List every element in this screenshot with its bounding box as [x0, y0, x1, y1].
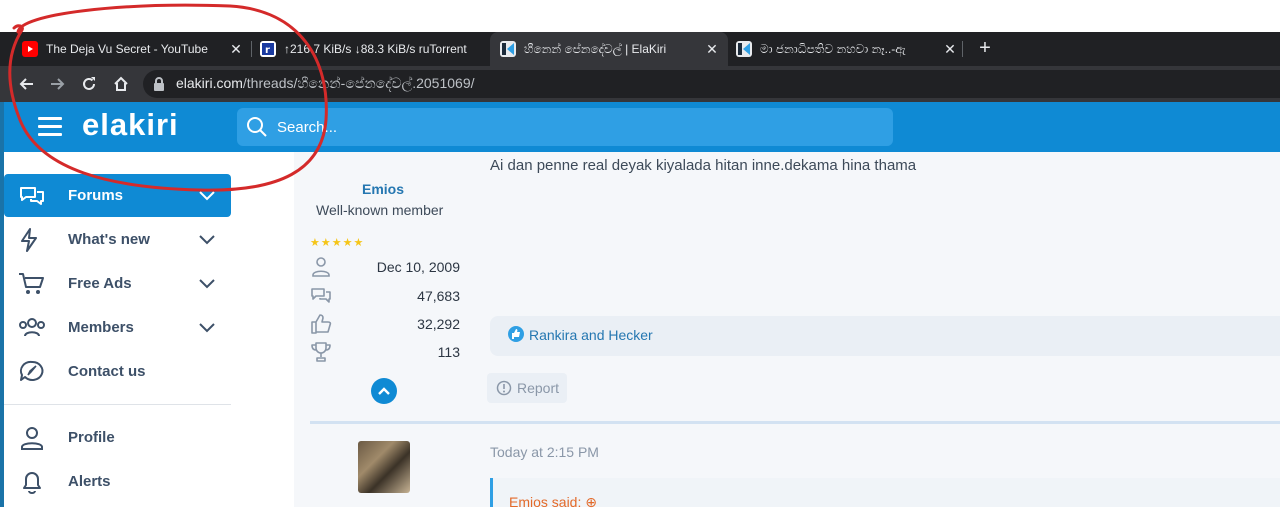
post-author-title: Well-known member — [316, 202, 444, 218]
site-logo[interactable]: elakiri — [82, 107, 179, 143]
reload-icon — [83, 77, 95, 90]
report-label[interactable]: Report — [517, 380, 559, 396]
tab-rutorrent[interactable]: r ↑216.7 KiB/s ↓88.3 KiB/s ruTorrent — [260, 32, 480, 66]
home-icon — [114, 76, 128, 91]
svg-text:r: r — [265, 45, 270, 56]
stat-reactions: 32,292 — [310, 313, 460, 335]
sidebar-item-label: Members — [68, 319, 134, 336]
tab-elakiri-2[interactable]: මා ජනාධිපතිව නහවා නෑ..-ඇ ✕ — [736, 32, 958, 66]
youtube-icon — [22, 41, 38, 57]
tab-title: The Deja Vu Secret - YouTube — [46, 42, 208, 56]
stat-joined: Dec 10, 2009 — [310, 256, 460, 278]
sidebar-item-label: Profile — [68, 429, 115, 446]
url-path: /threads/හීනෙන්-පේනදේවල්.2051069/ — [242, 75, 475, 91]
tab-elakiri-active[interactable]: හීනෙන් පේනදේවල් | ElaKiri ✕ — [490, 32, 728, 66]
arrow-up-circle-icon: ⊕ — [585, 494, 597, 510]
members-icon — [19, 318, 45, 337]
quote-author-link[interactable]: Emios said: ⊕ — [509, 494, 597, 511]
sidebar-item-whats-new[interactable]: What's new — [4, 218, 231, 261]
tab-title: ↑216.7 KiB/s ↓88.3 KiB/s ruTorrent — [284, 42, 467, 56]
sidebar-item-profile[interactable]: Profile — [4, 416, 231, 459]
like-icon — [508, 326, 524, 342]
post-author-name[interactable]: Emios — [362, 181, 404, 197]
stat-points: 113 — [310, 341, 460, 363]
back-arrow-icon — [19, 78, 33, 90]
rutorrent-icon: r — [260, 41, 276, 57]
tab-youtube[interactable]: The Deja Vu Secret - YouTube ✕ — [22, 32, 244, 66]
sidebar-item-free-ads[interactable]: Free Ads — [4, 262, 231, 305]
tab-close-icon[interactable]: ✕ — [704, 41, 720, 58]
tab-separator — [962, 41, 963, 57]
new-tab-button[interactable]: + — [976, 32, 994, 66]
url-domain: elakiri.com — [176, 75, 243, 91]
chevron-down-icon[interactable] — [197, 317, 217, 337]
lock-icon — [154, 77, 164, 91]
quote-bar — [490, 478, 493, 507]
search-icon — [247, 117, 267, 137]
quote-author: Emios said: — [509, 494, 582, 510]
home-button[interactable] — [108, 66, 134, 102]
thumbs-up-icon — [311, 314, 332, 334]
quote-block — [493, 478, 1280, 507]
chevron-up-icon — [378, 387, 390, 395]
sidebar-item-label: Contact us — [68, 363, 146, 380]
sidebar-item-label: What's new — [68, 231, 150, 248]
lightning-icon — [21, 228, 37, 252]
chevron-down-icon[interactable] — [197, 273, 217, 293]
browser-tab-strip: The Deja Vu Secret - YouTube ✕ r ↑216.7 … — [0, 32, 1280, 66]
stat-messages: 47,683 — [310, 285, 460, 307]
sidebar-item-label: Alerts — [68, 473, 111, 490]
stat-value: 113 — [437, 344, 460, 360]
forward-button[interactable] — [44, 66, 70, 102]
reload-button[interactable] — [76, 66, 102, 102]
report-icon — [496, 380, 512, 396]
tab-separator — [251, 41, 252, 57]
tab-title: හීනෙන් පේනදේවල් | ElaKiri — [524, 41, 667, 56]
sidebar-item-members[interactable]: Members — [4, 306, 231, 349]
address-url[interactable]: elakiri.com/threads/හීනෙන්-පේනදේවල්.2051… — [176, 75, 475, 92]
sidebar-divider — [4, 404, 231, 405]
elakiri-icon — [736, 41, 752, 57]
sidebar-item-label: Forums — [68, 187, 124, 204]
collapse-up-button[interactable] — [371, 378, 397, 404]
chevron-down-icon[interactable] — [197, 229, 217, 249]
reacted-users-link[interactable]: Rankira and Hecker — [529, 327, 653, 343]
trophy-icon — [311, 342, 331, 362]
stat-value: 47,683 — [417, 288, 460, 304]
chevron-down-icon[interactable] — [197, 185, 217, 205]
forward-arrow-icon — [51, 78, 65, 90]
avatar[interactable] — [358, 441, 410, 493]
forums-icon — [20, 187, 44, 205]
sidebar-item-label: Free Ads — [68, 275, 132, 292]
post-timestamp[interactable]: Today at 2:15 PM — [490, 444, 599, 460]
user-icon — [21, 427, 43, 450]
sidebar-item-contact-us[interactable]: Contact us — [4, 350, 231, 393]
search-placeholder: Search... — [277, 119, 338, 136]
sidebar-item-alerts[interactable]: Alerts — [4, 460, 231, 503]
cart-icon — [19, 273, 44, 294]
post-body-text: Ai dan penne real deyak kiyalada hitan i… — [490, 157, 917, 174]
tab-close-icon[interactable]: ✕ — [942, 41, 958, 58]
tab-title: මා ජනාධිපතිව නහවා නෑ..-ඇ — [760, 41, 906, 56]
user-icon — [312, 257, 330, 277]
hamburger-menu-icon[interactable] — [38, 117, 62, 137]
top-margin — [0, 0, 1280, 32]
messages-icon — [311, 288, 331, 303]
back-button[interactable] — [14, 66, 40, 102]
tab-close-icon[interactable]: ✕ — [228, 41, 244, 58]
post-divider — [310, 421, 1280, 424]
rating-stars: ★★★★★ — [310, 237, 365, 249]
elakiri-icon — [500, 41, 516, 57]
stat-value: Dec 10, 2009 — [376, 259, 460, 275]
stat-value: 32,292 — [417, 316, 460, 332]
sidebar-item-forums[interactable]: Forums — [4, 174, 231, 217]
contact-icon — [19, 360, 44, 381]
bell-icon — [23, 472, 41, 494]
